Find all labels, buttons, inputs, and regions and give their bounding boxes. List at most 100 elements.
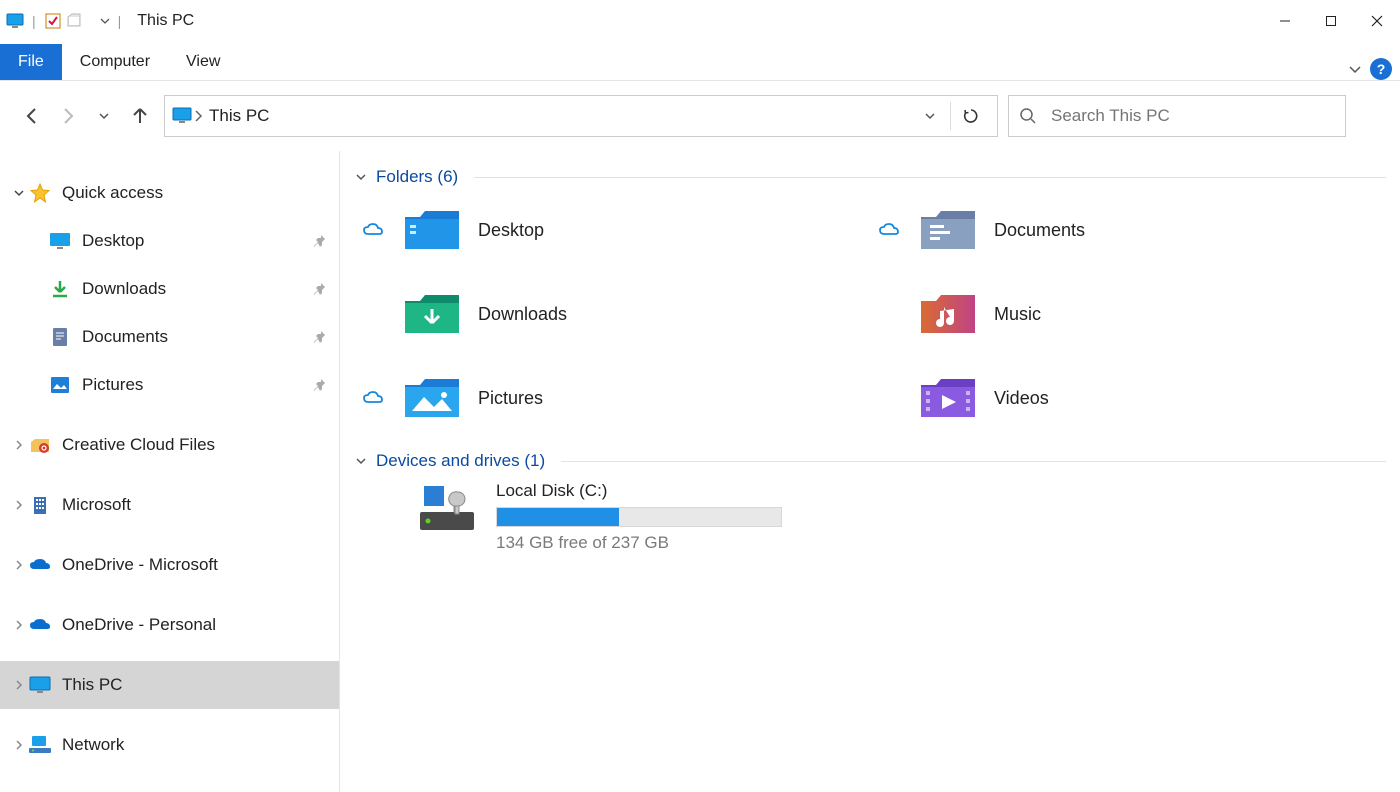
- ribbon: File Computer View ?: [0, 43, 1400, 81]
- drive-item-local-disk[interactable]: Local Disk (C:) 134 GB free of 237 GB: [354, 481, 1386, 553]
- chevron-right-icon[interactable]: [10, 679, 28, 691]
- search-icon: [1019, 107, 1037, 125]
- folders-grid: Desktop Documents Downloads: [354, 197, 1386, 431]
- pictures-folder-icon: [400, 374, 464, 422]
- search-box[interactable]: [1008, 95, 1346, 137]
- section-devices-label: Devices and drives (1): [376, 451, 545, 471]
- chevron-down-icon[interactable]: [10, 187, 28, 199]
- onedrive-icon: [28, 613, 52, 637]
- sidebar-item-label: OneDrive - Personal: [62, 615, 216, 635]
- window-title: This PC: [137, 12, 194, 30]
- sidebar-item-label: Documents: [82, 327, 168, 347]
- refresh-button[interactable]: [951, 96, 991, 136]
- sidebar-item-onedrive-microsoft[interactable]: OneDrive - Microsoft: [0, 541, 339, 589]
- chevron-right-icon[interactable]: [10, 439, 28, 451]
- pin-icon: [313, 282, 327, 296]
- desktop-icon: [48, 229, 72, 253]
- folder-label: Downloads: [478, 304, 567, 325]
- sidebar-item-quick-access[interactable]: Quick access: [0, 169, 339, 217]
- pin-icon: [313, 234, 327, 248]
- videos-folder-icon: [916, 374, 980, 422]
- nav-back-button[interactable]: [22, 106, 42, 126]
- sidebar-item-creative-cloud[interactable]: Creative Cloud Files: [0, 421, 339, 469]
- chevron-right-icon[interactable]: [10, 499, 28, 511]
- folder-item-music[interactable]: Music: [870, 281, 1386, 347]
- maximize-button[interactable]: [1308, 5, 1354, 37]
- sidebar-item-desktop[interactable]: Desktop: [0, 217, 339, 265]
- drive-name: Local Disk (C:): [496, 481, 782, 501]
- pin-icon: [313, 378, 327, 392]
- sidebar-item-label: Network: [62, 735, 124, 755]
- folder-item-desktop[interactable]: Desktop: [354, 197, 870, 263]
- folder-item-videos[interactable]: Videos: [870, 365, 1386, 431]
- sidebar-item-label: Creative Cloud Files: [62, 435, 215, 455]
- checkmark-icon[interactable]: [44, 12, 62, 30]
- titlebar-separator: |: [32, 13, 36, 29]
- help-button[interactable]: ?: [1370, 58, 1392, 80]
- chevron-right-icon[interactable]: [10, 559, 28, 571]
- folder-label: Desktop: [478, 220, 544, 241]
- folder-label: Videos: [994, 388, 1049, 409]
- folder-item-pictures[interactable]: Pictures: [354, 365, 870, 431]
- sidebar-item-this-pc[interactable]: This PC: [0, 661, 339, 709]
- titlebar: | | This PC: [0, 0, 1400, 43]
- window-controls: [1262, 5, 1400, 37]
- drive-info: Local Disk (C:) 134 GB free of 237 GB: [496, 481, 782, 553]
- folder-label: Music: [994, 304, 1041, 325]
- folder-item-documents[interactable]: Documents: [870, 197, 1386, 263]
- section-folders-header[interactable]: Folders (6): [354, 167, 1386, 187]
- creative-cloud-icon: [28, 433, 52, 457]
- section-devices-header[interactable]: Devices and drives (1): [354, 451, 1386, 471]
- download-icon: [48, 277, 72, 301]
- chevron-right-icon[interactable]: [10, 739, 28, 751]
- minimize-button[interactable]: [1262, 5, 1308, 37]
- drive-icon: [418, 481, 482, 535]
- folder-item-downloads[interactable]: Downloads: [354, 281, 870, 347]
- tab-file[interactable]: File: [0, 44, 62, 80]
- dropdown-caret-icon[interactable]: [100, 16, 110, 26]
- sidebar-item-downloads[interactable]: Downloads: [0, 265, 339, 313]
- sidebar-item-network[interactable]: Network: [0, 721, 339, 769]
- monitor-icon: [28, 673, 52, 697]
- sidebar-item-label: OneDrive - Microsoft: [62, 555, 218, 575]
- sidebar-item-onedrive-personal[interactable]: OneDrive - Personal: [0, 601, 339, 649]
- nav-up-button[interactable]: [130, 106, 150, 126]
- close-button[interactable]: [1354, 5, 1400, 37]
- nav-forward-button[interactable]: [58, 106, 78, 126]
- onedrive-icon: [28, 553, 52, 577]
- sidebar-item-documents[interactable]: Documents: [0, 313, 339, 361]
- sidebar-item-label: Desktop: [82, 231, 144, 251]
- chevron-right-icon[interactable]: [10, 619, 28, 631]
- cloud-sync-icon: [360, 222, 386, 238]
- monitor-icon: [6, 12, 24, 30]
- search-input[interactable]: [1051, 106, 1335, 126]
- sidebar-item-microsoft[interactable]: Microsoft: [0, 481, 339, 529]
- folder-label: Documents: [994, 220, 1085, 241]
- section-divider: [474, 177, 1386, 178]
- tab-computer[interactable]: Computer: [62, 44, 168, 80]
- nav-history-dropdown[interactable]: [94, 106, 114, 126]
- cloud-sync-icon: [876, 222, 902, 238]
- sidebar-item-pictures[interactable]: Pictures: [0, 361, 339, 409]
- address-dropdown-button[interactable]: [910, 96, 950, 136]
- nav-arrows: [12, 106, 154, 126]
- chevron-down-icon[interactable]: [354, 170, 368, 184]
- main: Quick access Desktop Downloads Doc: [0, 151, 1400, 792]
- sidebar-item-label: Microsoft: [62, 495, 131, 515]
- tab-view[interactable]: View: [168, 44, 238, 80]
- pin-icon: [313, 330, 327, 344]
- cloud-sync-icon: [360, 390, 386, 406]
- address-bar[interactable]: This PC: [164, 95, 998, 137]
- titlebar-separator-2: |: [118, 13, 122, 29]
- chevron-down-icon[interactable]: [354, 454, 368, 468]
- ribbon-chevron-down-icon[interactable]: [1346, 60, 1364, 78]
- section-divider: [561, 461, 1386, 462]
- drive-usage-fill: [497, 508, 619, 526]
- folder-dropdown-icon[interactable]: [66, 12, 100, 30]
- ribbon-right: ?: [1346, 58, 1400, 80]
- breadcrumb-this-pc[interactable]: This PC: [203, 106, 275, 126]
- sidebar: Quick access Desktop Downloads Doc: [0, 151, 340, 792]
- address-monitor-icon: [171, 107, 193, 125]
- breadcrumb-chevron-icon[interactable]: [193, 109, 203, 123]
- section-folders-label: Folders (6): [376, 167, 458, 187]
